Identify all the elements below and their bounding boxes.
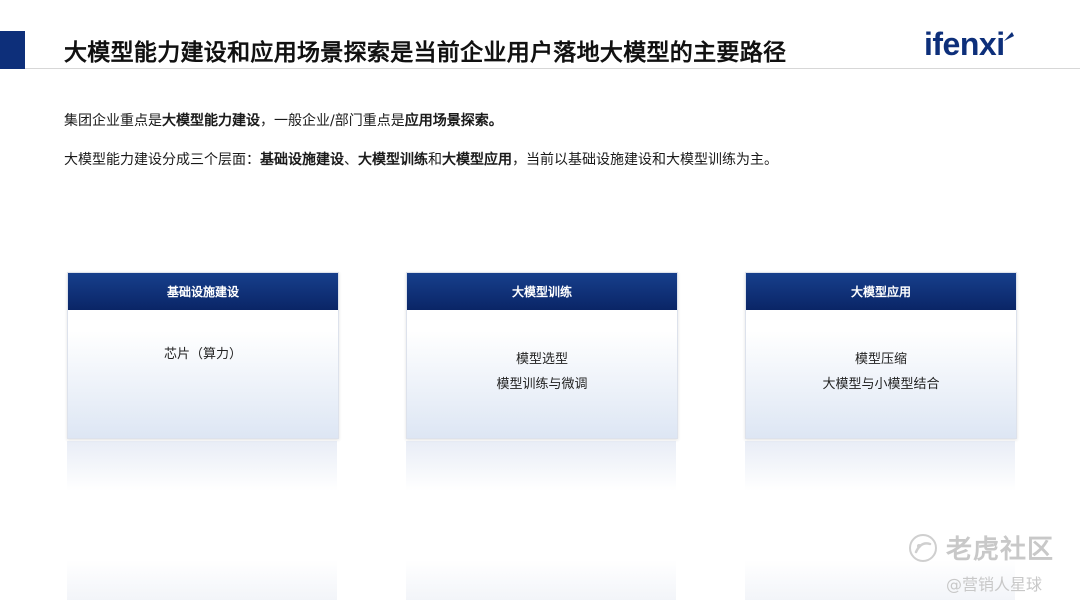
text-segment: ，当前以基础设施建设和大模型训练为主。 — [512, 152, 778, 168]
card-body: 模型选型 模型训练与微调 — [407, 310, 677, 397]
watermark-sub: @营销人星球 — [946, 575, 1043, 594]
logo-spark-icon — [1004, 32, 1014, 41]
card-item: 模型压缩 — [854, 352, 907, 367]
text-segment: 和 — [428, 152, 442, 168]
card-body: 模型压缩 大模型与小模型结合 — [746, 310, 1016, 397]
text-segment: 、 — [344, 152, 358, 168]
card-item: 大模型与小模型结合 — [822, 377, 940, 392]
card-reflection — [406, 441, 676, 491]
slide-title: 大模型能力建设和应用场景探索是当前企业用户落地大模型的主要路径 — [64, 40, 787, 66]
card-header: 基础设施建设 — [68, 273, 338, 310]
header-divider — [25, 68, 1080, 69]
card-reflection — [745, 441, 1015, 491]
bold-segment: 大模型应用 — [442, 152, 512, 168]
card-model-application: 大模型应用 模型压缩 大模型与小模型结合 — [745, 272, 1017, 439]
bold-segment: 基础设施建设 — [260, 152, 344, 168]
card-header: 大模型训练 — [407, 273, 677, 310]
card-reflection-lower — [406, 560, 676, 600]
card-reflection-lower — [67, 560, 337, 600]
card-model-training: 大模型训练 模型选型 模型训练与微调 — [406, 272, 678, 439]
intro-line-2: 大模型能力建设分成三个层面：基础设施建设、大模型训练和大模型应用，当前以基础设施… — [64, 149, 778, 169]
card-infrastructure: 基础设施建设 芯片（算力） — [67, 272, 339, 439]
card-body: 芯片（算力） — [68, 310, 338, 367]
watermark: 老虎社区 — [908, 529, 1054, 566]
tiger-community-icon — [909, 533, 937, 562]
watermark-text: 老虎社区 — [946, 535, 1055, 565]
bold-segment: 应用场景探索。 — [404, 113, 503, 129]
title-accent-bar — [0, 31, 25, 69]
card-item: 模型训练与微调 — [496, 377, 588, 392]
card-header: 大模型应用 — [746, 273, 1016, 310]
bold-segment: 大模型能力建设 — [162, 113, 260, 129]
bold-segment: 大模型训练 — [358, 152, 428, 168]
intro-line-1: 集团企业重点是大模型能力建设，一般企业/部门重点是应用场景探索。 — [64, 110, 503, 130]
card-item: 模型选型 — [515, 352, 568, 367]
card-reflection — [67, 441, 337, 491]
card-item: 芯片（算力） — [163, 347, 242, 362]
text-segment: 大模型能力建设分成三个层面： — [64, 152, 260, 168]
text-segment: ，一般企业/部门重点是 — [260, 113, 405, 129]
ifenxi-logo: ifenxi — [924, 26, 1005, 62]
text-segment: 集团企业重点是 — [64, 113, 162, 129]
